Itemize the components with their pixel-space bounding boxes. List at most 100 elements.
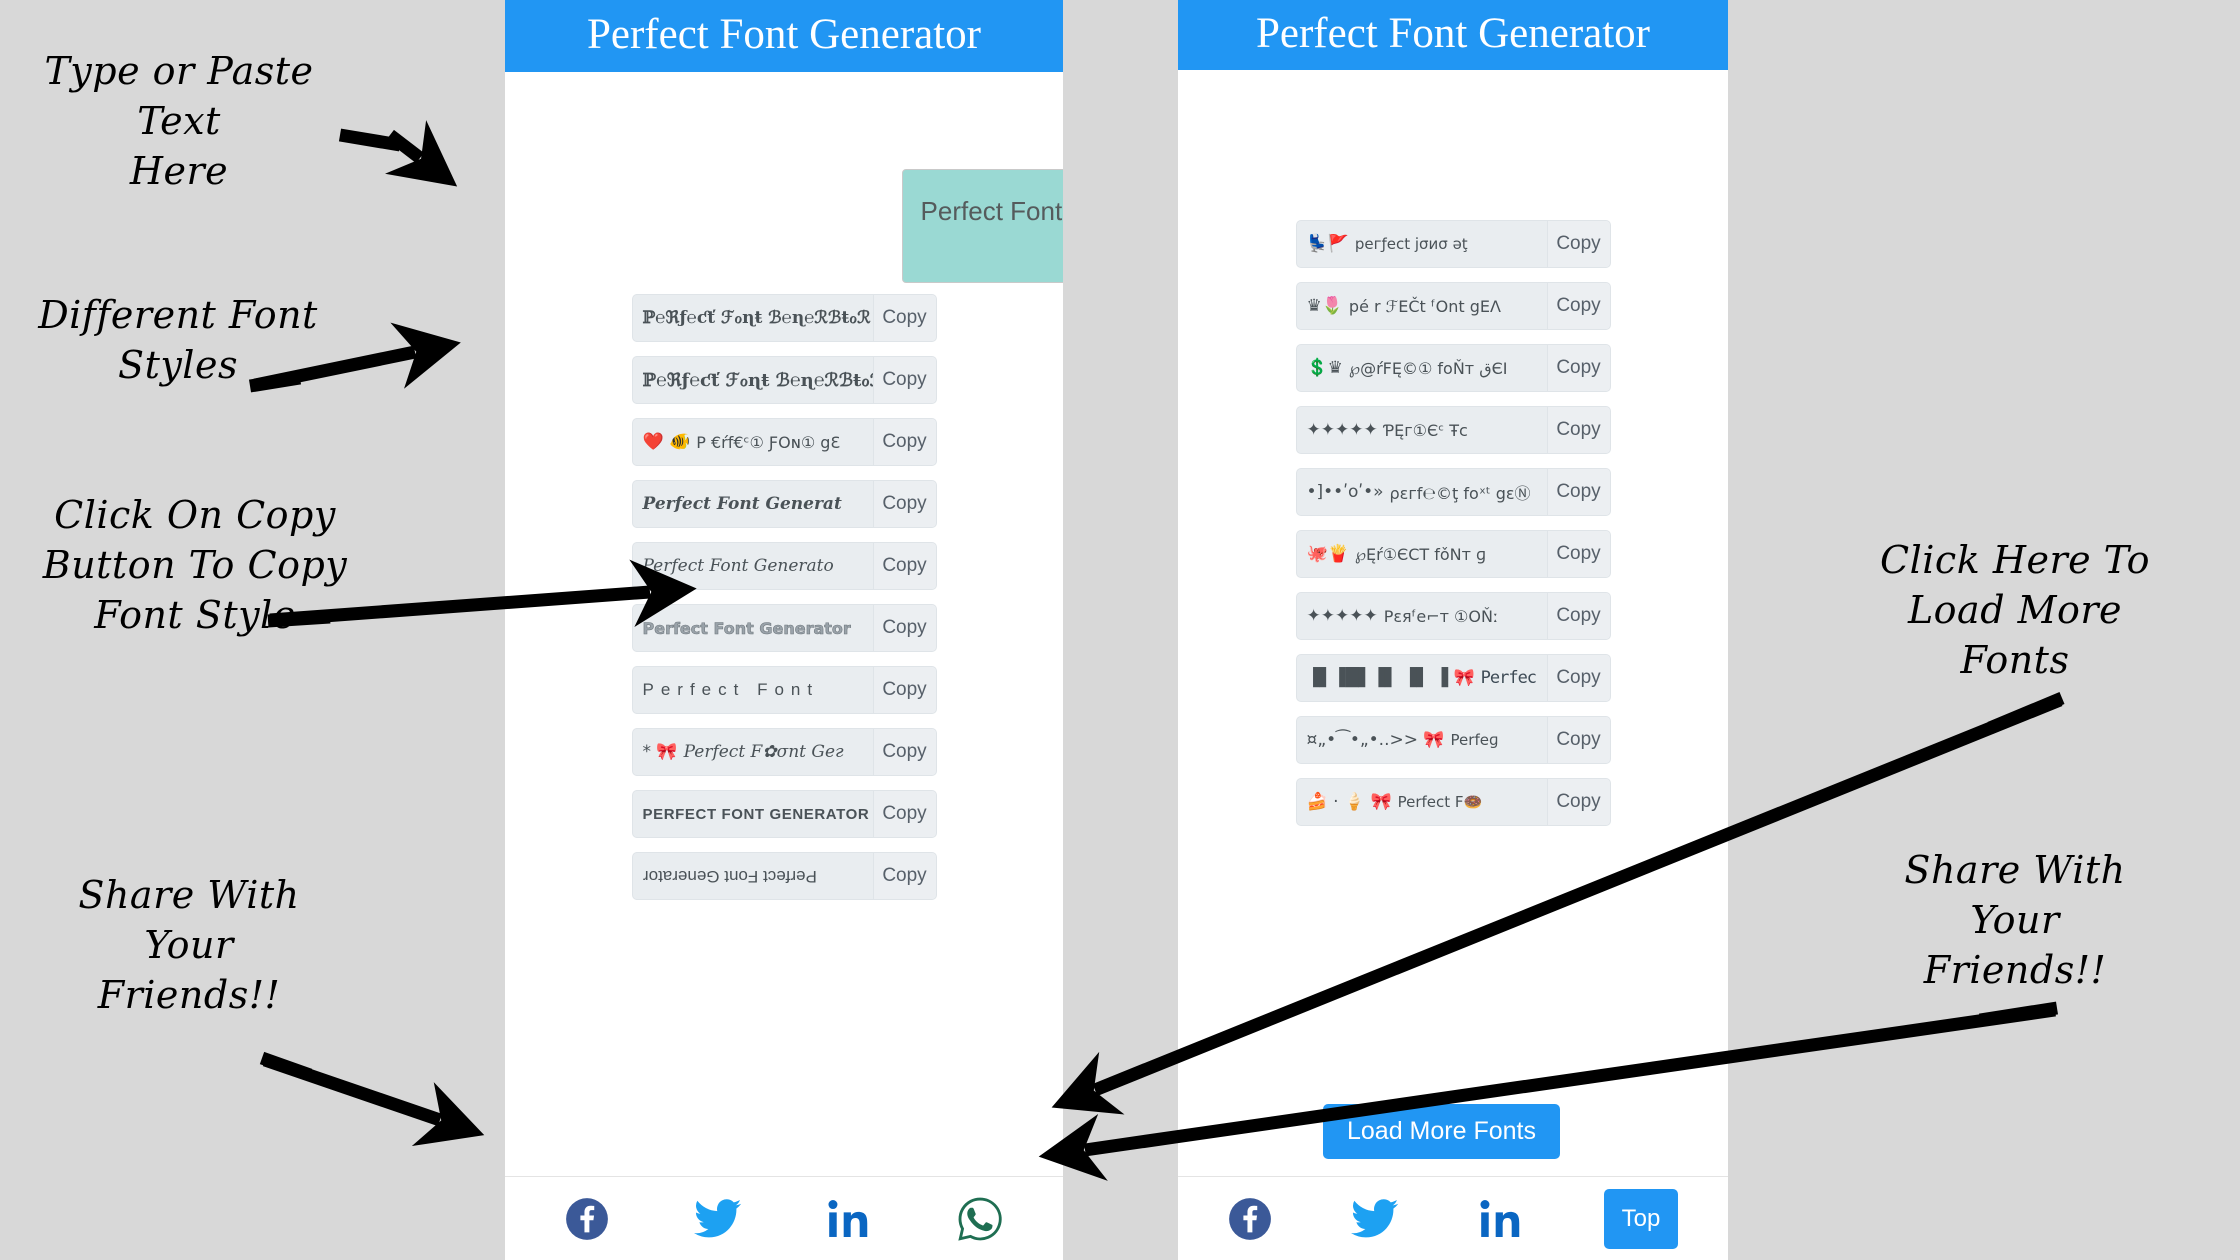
font-sample-text: Perfect Font Generato [633,543,873,589]
copy-button[interactable]: Copy [872,853,936,899]
app-title-right: Perfect Font Generator [1255,9,1650,57]
copy-button[interactable]: Copy [1546,655,1610,701]
font-row: * 🎀 Perfect F✿σnt Geг Copy [631,728,937,776]
decoration-emoji-icon: •]••ʹᴏʹ•» [1306,482,1384,502]
decoration-emoji-icon: * 🎀 [642,742,678,762]
copy-button[interactable]: Copy [1546,779,1610,825]
font-row: ¤„•⁀•„•..>> 🎀 Perfeɡ Copy [1295,716,1611,764]
linkedin-icon[interactable] [1478,1197,1524,1241]
font-row: Perfect Font Generat Copy [631,480,937,528]
decoration-emoji-icon: ✦✦✦✦✦ [1306,606,1378,626]
whatsapp-icon[interactable] [957,1196,1003,1242]
styled-text: ℘@ŕFĘ©① foŇт قЄI [1348,358,1508,378]
styled-text: ℙ℮ℜƒ℮ƈť ℱℴɳŧ ℬ℮ɳ℮ℛℬŧℴℛ [642,308,871,328]
copy-button[interactable]: Copy [1546,717,1610,763]
font-row: •]••ʹᴏʹ•» ρεгf℮©ţ foˣᵗ gεⓃ Copy [1295,468,1611,516]
styled-text: ℘Ęŕ①ЄCТ fǒNт ɡ [1354,544,1487,564]
decoration-emoji-icon: 🐙🍟 [1306,544,1349,564]
copy-button[interactable]: Copy [872,543,936,589]
styled-text: Perfect Font [642,680,820,699]
font-row: ▐▌▐█▌▐▌ ▐▌ ▐ 🎀 Perfec Copy [1295,654,1611,702]
copy-button[interactable]: Copy [872,419,936,465]
font-sample-text: ▐▌▐█▌▐▌ ▐▌ ▐ 🎀 Perfec [1297,655,1547,701]
styled-text: Perfect Font Generat [642,494,842,514]
font-list-right: 💺🚩 pегƒесt јσиσ əţ Copy ♛🌷 рé r ℱEČt ᶠOnt gE… [1178,220,1728,840]
font-sample-text: 🍰 · 🍦 🎀 Perfect F🍩 [1297,779,1547,825]
decoration-emoji-icon: 🍰 · 🍦 🎀 [1306,792,1392,812]
font-sample-text: ❤️ 🐠 P €ŕf€ᶜ① ƑOɴ① gƐ [633,419,873,465]
copy-button[interactable]: Copy [872,605,936,651]
font-row: ✦✦✦✦✦ Pεяᶠe⌐т ①OŇː Copy [1295,592,1611,640]
styled-text: ℙ℮ℜƒ℮ƈť ℱℴɳŧ ℬ℮ɳ℮ℛℬŧℴℛ [642,369,873,391]
font-row: 💲♛ ℘@ŕFĘ©① foŇт قЄI Copy [1295,344,1611,392]
copy-button[interactable]: Copy [1546,283,1610,329]
font-row: ℙ℮ℜƒ℮ƈť ℱℴɳŧ ℬ℮ɳ℮ℛℬŧℴℛ Copy [631,356,937,404]
text-input-left-value: Perfect Font Generator [920,196,1063,226]
styled-text: Pεяᶠe⌐т ①OŇː [1383,606,1499,626]
copy-button[interactable]: Copy [872,791,936,837]
font-row: ℙ℮ℜƒ℮ƈť ℱℴɳŧ ℬ℮ɳ℮ℛℬŧℴℛ Copy [631,294,937,342]
social-bar-left [505,1176,1063,1260]
font-row: ❤️ 🐠 P €ŕf€ᶜ① ƑOɴ① gƐ Copy [631,418,937,466]
font-sample-text: •]••ʹᴏʹ•» ρεгf℮©ţ foˣᵗ gεⓃ [1297,469,1547,515]
font-row: Perfect Font Generator Copy [631,852,937,900]
font-sample-text: 💺🚩 pегƒесt јσиσ əţ [1297,221,1547,267]
font-row: Perfect Font Copy [631,666,937,714]
styled-text: Perfect F✿σnt Geг [683,742,844,762]
font-row: Perfect Font Generator Copy [631,604,937,652]
facebook-icon[interactable] [565,1197,609,1241]
annotation-click-copy: Click On Copy Button To Copy Font Style [42,493,348,638]
linkedin-icon[interactable] [826,1197,872,1241]
font-sample-text: Perfect Font [633,667,873,713]
copy-button[interactable]: Copy [1546,407,1610,453]
decoration-emoji-icon: ♛🌷 [1306,296,1343,316]
load-more-fonts-button[interactable]: Load More Fonts [1323,1104,1560,1159]
phone-panel-right: Perfect Font Generator Perfect Font Gene… [1178,0,1728,1260]
font-row: 🐙🍟 ℘Ęŕ①ЄCТ fǒNт ɡ Copy [1295,530,1611,578]
styled-text: Perfeɡ [1450,731,1499,749]
app-header-right: Perfect Font Generator [1178,0,1728,70]
decoration-emoji-icon: ▐▌▐█▌▐▌ ▐▌ ▐ 🎀 [1306,668,1475,688]
decoration-emoji-icon: 💺🚩 [1306,234,1349,254]
font-row: Perfect Font Generato Copy [631,542,937,590]
copy-button[interactable]: Copy [872,357,936,403]
phone-panel-left: Perfect Font Generator Perfect Font Gene… [505,0,1063,1260]
copy-button[interactable]: Copy [1546,469,1610,515]
font-sample-text: PERFECT FONT GENERATOR [633,791,873,837]
twitter-icon[interactable] [1350,1197,1399,1241]
decoration-emoji-icon: 💲♛ [1306,358,1343,378]
font-sample-text: 🐙🍟 ℘Ęŕ①ЄCТ fǒNт ɡ [1297,531,1547,577]
font-row: 🍰 · 🍦 🎀 Perfect F🍩 Copy [1295,778,1611,826]
styled-text: ρεгf℮©ţ foˣᵗ gεⓃ [1389,484,1531,503]
font-sample-text: * 🎀 Perfect F✿σnt Geг [633,729,873,775]
scroll-to-top-button[interactable]: Top [1603,1188,1679,1249]
styled-text: ƤĘг①Єᶜ Ŧc [1383,420,1468,440]
font-row: ♛🌷 рé r ℱEČt ᶠOnt gEΛ Copy [1295,282,1611,330]
font-sample-text: Perfect Font Generator [633,853,873,899]
copy-button[interactable]: Copy [872,729,936,775]
text-input-left[interactable]: Perfect Font Generator [902,169,1063,283]
copy-button[interactable]: Copy [1546,531,1610,577]
font-row: PERFECT FONT GENERATOR Copy [631,790,937,838]
copy-button[interactable]: Copy [1546,345,1610,391]
annotation-different-styles: Different Font Styles [38,293,318,388]
copy-button[interactable]: Copy [1546,221,1610,267]
font-sample-text: ¤„•⁀•„•..>> 🎀 Perfeɡ [1297,717,1547,763]
decoration-emoji-icon: ❤️ 🐠 [642,432,691,452]
copy-button[interactable]: Copy [872,667,936,713]
annotation-share-right: Share With Your Friends!! [1904,848,2126,993]
font-sample-text: ✦✦✦✦✦ ƤĘг①Єᶜ Ŧc [1297,407,1547,453]
font-sample-text: Perfect Font Generat [633,481,873,527]
copy-button[interactable]: Copy [872,295,936,341]
copy-button[interactable]: Copy [872,481,936,527]
font-sample-text: Perfect Font Generator [633,605,873,651]
font-sample-text: ℙ℮ℜƒ℮ƈť ℱℴɳŧ ℬ℮ɳ℮ℛℬŧℴℛ [633,357,873,403]
facebook-icon[interactable] [1228,1197,1272,1241]
styled-text: PERFECT FONT GENERATOR [642,805,870,823]
twitter-icon[interactable] [693,1197,742,1241]
annotation-type-or-paste: Type or Paste Text Here [44,49,314,194]
font-row: 💺🚩 pегƒесt јσиσ əţ Copy [1295,220,1611,268]
copy-button[interactable]: Copy [1546,593,1610,639]
decoration-emoji-icon: ✦✦✦✦✦ [1306,420,1378,440]
social-bar-right: Top [1178,1176,1728,1260]
